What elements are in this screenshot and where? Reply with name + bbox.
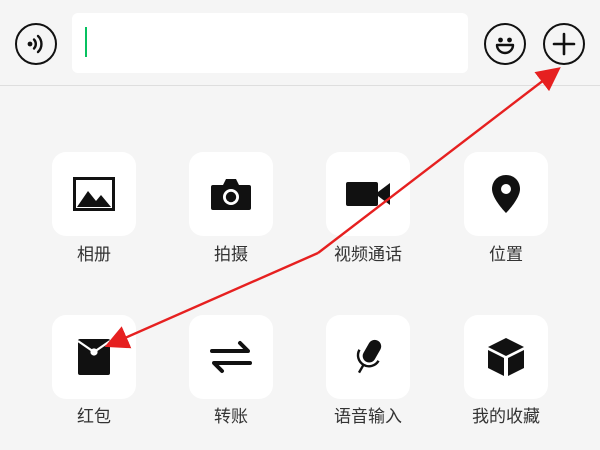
panel-item-album[interactable] bbox=[52, 152, 136, 236]
emoji-icon bbox=[495, 37, 515, 55]
panel-item-label: 红包 bbox=[77, 407, 111, 427]
voice-button[interactable] bbox=[15, 23, 57, 65]
red-packet-icon bbox=[77, 339, 111, 375]
chat-input-bar bbox=[0, 0, 600, 86]
panel-item-red-packet[interactable] bbox=[52, 315, 136, 399]
panel-item-video-call[interactable] bbox=[326, 152, 410, 236]
chat-input-panel: 相册 拍摄 视频通话 位置 红包 转账 语音输入 我的收藏 bbox=[0, 0, 600, 450]
panel-item-label: 拍摄 bbox=[214, 245, 248, 265]
panel-item-label: 视频通话 bbox=[334, 245, 402, 265]
panel-item-label: 转账 bbox=[214, 407, 248, 427]
image-icon bbox=[73, 177, 115, 211]
panel-item-camera[interactable] bbox=[189, 152, 273, 236]
emoji-button[interactable] bbox=[484, 23, 526, 65]
panel-item-label: 语音输入 bbox=[334, 407, 402, 427]
panel-item-transfer[interactable] bbox=[189, 315, 273, 399]
panel-item-label: 相册 bbox=[77, 245, 111, 265]
voice-icon bbox=[27, 34, 43, 54]
favorites-box-icon bbox=[488, 338, 524, 376]
message-input[interactable] bbox=[72, 13, 468, 73]
text-caret bbox=[85, 27, 87, 57]
camera-icon bbox=[211, 179, 251, 210]
location-icon bbox=[492, 175, 520, 213]
video-icon bbox=[346, 182, 390, 206]
plus-icon bbox=[552, 32, 576, 56]
panel-item-favorites[interactable] bbox=[464, 315, 548, 399]
more-functions-button[interactable] bbox=[543, 23, 585, 65]
transfer-icon bbox=[210, 341, 252, 373]
microphone-icon bbox=[356, 339, 382, 374]
panel-item-location[interactable] bbox=[464, 152, 548, 236]
panel-item-label: 位置 bbox=[489, 245, 523, 265]
panel-item-voice-input[interactable] bbox=[326, 315, 410, 399]
panel-item-label: 我的收藏 bbox=[472, 407, 540, 427]
